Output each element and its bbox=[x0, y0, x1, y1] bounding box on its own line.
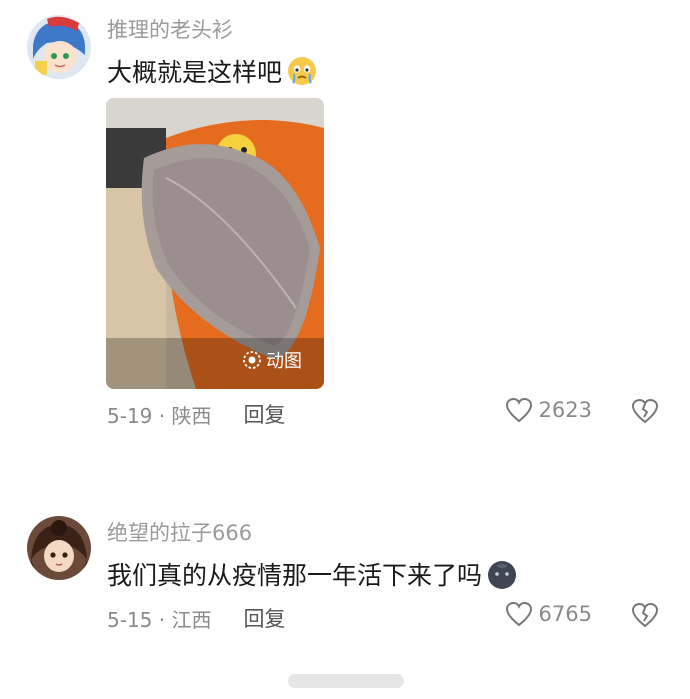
comment-text-content: 我们真的从疫情那一年活下来了吗 bbox=[107, 561, 483, 590]
reply-button[interactable]: 回复 bbox=[243, 603, 285, 633]
dark-blob-face-icon bbox=[486, 558, 518, 590]
gif-icon bbox=[243, 351, 261, 369]
reply-button[interactable]: 回复 bbox=[243, 399, 285, 429]
dislike-button[interactable] bbox=[631, 398, 659, 428]
like-button[interactable]: 2623 bbox=[505, 397, 592, 423]
like-count: 2623 bbox=[538, 398, 592, 422]
avatar[interactable] bbox=[27, 516, 91, 580]
date-location: 5-15 · 江西 bbox=[107, 607, 212, 632]
cry-face-icon bbox=[286, 55, 318, 87]
date-location: 5-19 · 陕西 bbox=[107, 403, 212, 428]
avatar[interactable] bbox=[27, 15, 91, 79]
like-button[interactable]: 6765 bbox=[505, 601, 592, 627]
comment-text-content: 大概就是这样吧 bbox=[107, 58, 283, 87]
gif-badge: 动图 bbox=[242, 347, 302, 373]
username[interactable]: 绝望的拉子666 bbox=[107, 517, 252, 547]
home-indicator bbox=[288, 674, 404, 688]
like-count: 6765 bbox=[538, 602, 592, 626]
username[interactable]: 推理的老头衫 bbox=[107, 14, 233, 44]
comment-text: 大概就是这样吧 bbox=[107, 53, 318, 89]
heart-icon bbox=[505, 601, 532, 627]
broken-heart-icon bbox=[631, 602, 659, 628]
broken-heart-icon bbox=[631, 398, 659, 424]
gif-badge-label: 动图 bbox=[266, 351, 302, 372]
comment-text: 我们真的从疫情那一年活下来了吗 bbox=[107, 556, 518, 592]
heart-icon bbox=[505, 397, 532, 423]
comment-meta: 5-15 · 江西 回复 bbox=[107, 603, 285, 633]
gif-image[interactable]: 动图 bbox=[106, 98, 324, 389]
dislike-button[interactable] bbox=[631, 602, 659, 632]
comment-meta: 5-19 · 陕西 回复 bbox=[107, 399, 285, 429]
